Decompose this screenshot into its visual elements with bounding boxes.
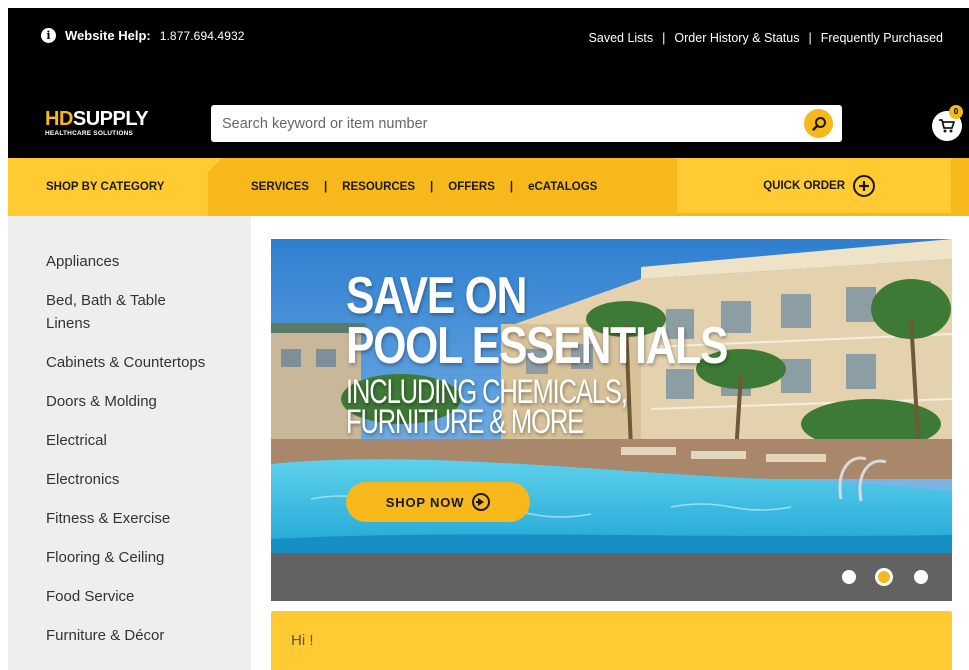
hero-headline: SAVE ON POOL ESSENTIALS INCLUDING CHEMIC… [346,267,811,441]
category-cabinets-countertops[interactable]: Cabinets & Countertops [8,351,208,374]
logo-tagline: HEALTHCARE SOLUTIONS [45,130,134,137]
link-separator: | [808,31,812,45]
category-food-service[interactable]: Food Service [8,585,208,608]
saved-lists-link[interactable]: Saved Lists [589,31,654,45]
nav-offers[interactable]: OFFERS [448,181,495,193]
tab-flap [208,158,222,172]
category-doors-molding[interactable]: Doors & Molding [8,390,208,413]
nav-ecatalogs[interactable]: eCATALOGS [528,181,597,193]
website-help: i Website Help: 1.877.694.4932 [41,28,245,43]
greeting-panel: Hi ! [271,611,952,670]
search-icon [811,116,826,131]
hero-line-1: SAVE ON [346,267,527,325]
nav-separator: | [509,181,514,193]
hero-line-4: FURNITURE & MORE [346,403,584,441]
hero-banner[interactable]: SAVE ON POOL ESSENTIALS INCLUDING CHEMIC… [271,239,952,553]
info-icon: i [41,28,56,43]
carousel-controls [271,553,952,601]
page: i Website Help: 1.877.694.4932 Saved Lis… [8,8,969,670]
nav-separator: | [430,181,434,193]
carousel-dot-1[interactable] [842,570,856,584]
account-links: Saved Lists | Order History & Status | F… [589,31,943,45]
hd-supply-logo[interactable]: HDSUPPLY HEALTHCARE SOLUTIONS [45,108,149,137]
quick-order-label: QUICK ORDER [763,179,845,192]
nav-separator: | [323,181,328,193]
help-label: Website Help: [65,28,151,43]
carousel-dot-3[interactable] [914,570,928,584]
category-sidebar: Appliances Bed, Bath & Table Linens Cabi… [8,216,251,670]
greeting-text: Hi ! [291,632,314,649]
main-nav: SHOP BY CATEGORY SERVICES | RESOURCES | … [8,158,969,216]
frequently-purchased-link[interactable]: Frequently Purchased [821,31,943,45]
nav-resources[interactable]: RESOURCES [342,181,415,193]
help-phone[interactable]: 1.877.694.4932 [160,29,245,43]
category-appliances[interactable]: Appliances [8,250,208,273]
search-input[interactable] [211,105,791,142]
category-fitness-exercise[interactable]: Fitness & Exercise [8,507,208,530]
category-bed-bath-linens[interactable]: Bed, Bath & Table Linens [8,289,208,335]
category-electronics[interactable]: Electronics [8,468,208,491]
search-button[interactable] [804,109,833,138]
link-separator: | [662,31,666,45]
quick-order-button[interactable]: QUICK ORDER [677,158,951,213]
category-furniture-decor[interactable]: Furniture & Décor [8,624,208,647]
cart-icon [939,119,955,133]
shop-now-button[interactable]: SHOP NOW [346,482,530,522]
shop-by-category-tab[interactable]: SHOP BY CATEGORY [8,158,208,216]
nav-services[interactable]: SERVICES [251,181,309,193]
category-electrical[interactable]: Electrical [8,429,208,452]
shop-now-label: SHOP NOW [385,494,465,510]
carousel-dot-2-active[interactable] [875,568,893,586]
plus-circle-icon [853,174,875,197]
nav-links: SERVICES | RESOURCES | OFFERS | eCATALOG… [251,158,597,216]
order-history-link[interactable]: Order History & Status [674,31,799,45]
logo-wordmark: HDSUPPLY [45,108,149,130]
arrow-right-circle-icon [472,493,491,511]
category-flooring-ceiling[interactable]: Flooring & Ceiling [8,546,208,569]
top-header: i Website Help: 1.877.694.4932 Saved Lis… [8,8,969,158]
cart-count-badge: 0 [949,105,963,119]
search-bar [211,105,842,142]
hero-line-2: POOL ESSENTIALS [346,317,728,375]
